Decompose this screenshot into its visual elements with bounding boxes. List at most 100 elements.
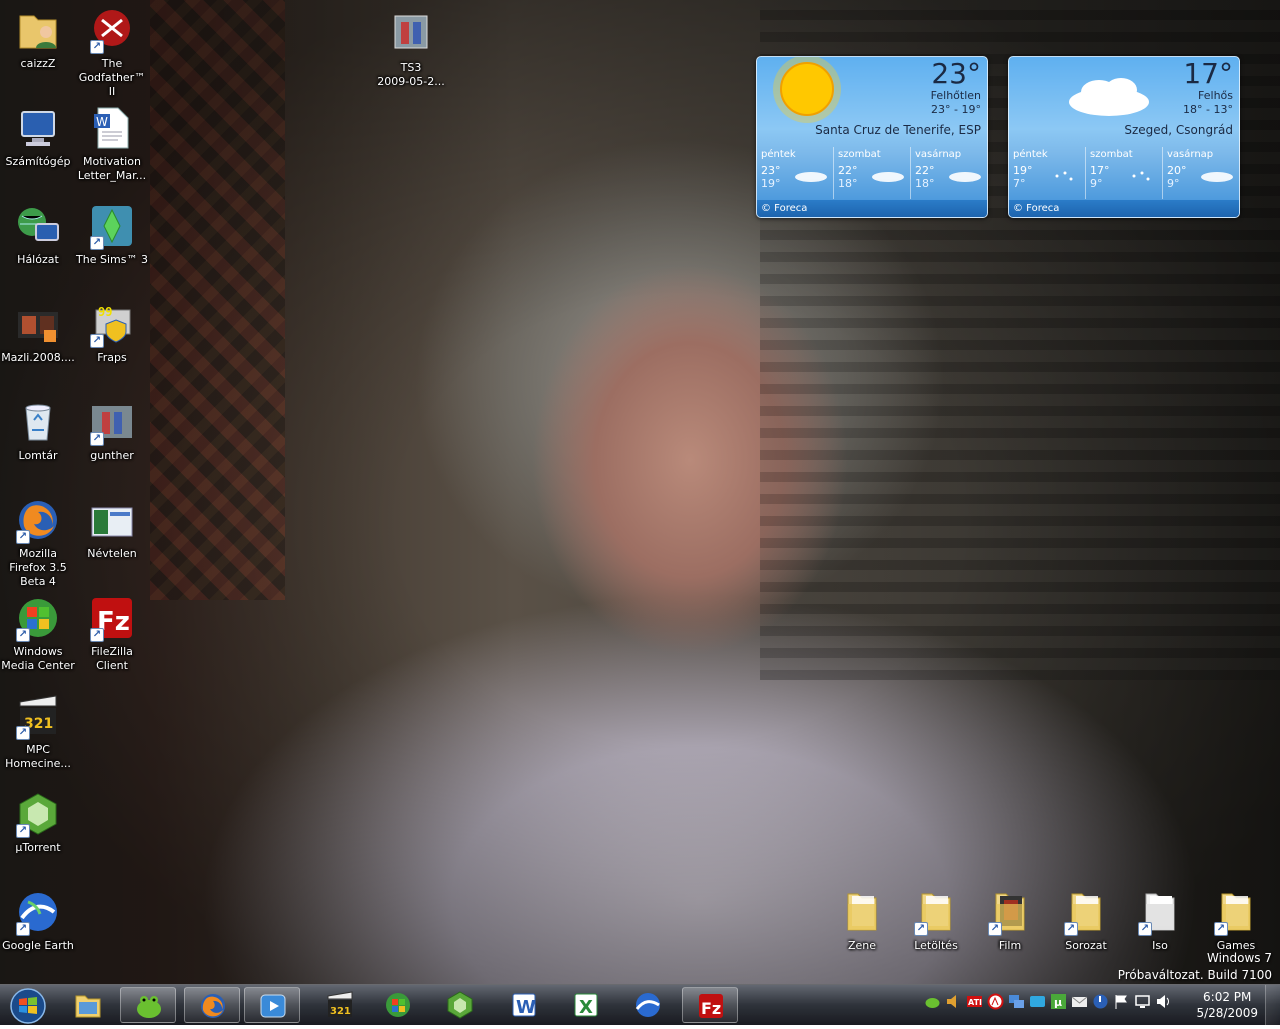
taskbar-excel[interactable]: X	[558, 987, 614, 1023]
taskbar-mpc[interactable]: 321	[312, 987, 368, 1023]
weather-gadget-szeged[interactable]: 17° Felhős 18° - 13° Szeged, Csongrád pé…	[1008, 56, 1240, 218]
mail-icon[interactable]	[1071, 993, 1088, 1010]
taskbar-media-player[interactable]	[244, 987, 300, 1023]
taskbar-utorrent[interactable]	[432, 987, 488, 1023]
messenger-icon[interactable]	[1029, 993, 1046, 1010]
icon-label: The Sims™ 3	[76, 253, 148, 266]
show-desktop-button[interactable]	[1265, 985, 1280, 1025]
action-center-flag-icon[interactable]	[1113, 993, 1130, 1010]
weather-condition: Felhős	[1198, 89, 1233, 102]
taskbar-firefox[interactable]	[184, 987, 240, 1023]
start-button[interactable]	[4, 987, 52, 1025]
taskbar: 321 W X Fz ATI µ 6:02 PM 5/28/2009	[0, 984, 1280, 1025]
explorer-icon	[75, 995, 101, 1018]
filezilla-icon: Fz	[699, 994, 723, 1018]
desktop-icon-motivation-letter[interactable]: W Motivation Letter_Mar...	[74, 102, 150, 194]
frog-app-icon	[137, 996, 161, 1018]
current-temperature: 23°	[931, 57, 981, 90]
weather-gadget-tenerife[interactable]: 23° Felhőtlen 23° - 19° Santa Cruz de Te…	[756, 56, 988, 218]
desktop-folder-letoltes[interactable]: ↗ Letöltés	[898, 886, 974, 978]
computer-icon	[14, 104, 62, 152]
utorrent-tray-icon[interactable]: µ	[1050, 993, 1067, 1010]
icon-label: Sorozat	[1065, 939, 1107, 952]
desktop-icon-recycle-bin[interactable]: Lomtár	[0, 396, 76, 488]
svg-text:99: 99	[98, 305, 112, 319]
desktop-icon-caizzz[interactable]: caizzZ	[0, 4, 76, 96]
icon-label: Google Earth	[2, 939, 74, 952]
acrobat-icon[interactable]	[987, 993, 1004, 1010]
shortcut-arrow-icon: ↗	[16, 922, 30, 936]
icon-label: Mozilla Firefox 3.5 Beta 4	[9, 547, 67, 588]
ati-icon[interactable]: ATI	[966, 993, 983, 1010]
desktop-icon-computer[interactable]: Számítógép	[0, 102, 76, 194]
desktop-icon-network[interactable]: Hálózat	[0, 200, 76, 292]
desktop-folder-film[interactable]: ↗ Film	[972, 886, 1048, 978]
forecast-day: szombat 22° 18°	[834, 147, 911, 199]
clock-date: 5/28/2009	[1196, 1006, 1258, 1020]
taskbar-explorer[interactable]	[60, 987, 116, 1023]
folder-icon: ↗	[986, 888, 1034, 936]
system-tray: ATI µ	[924, 993, 1172, 1017]
forecast-row: péntek 19° 7° szombat 17° 9° vasárnap 20…	[1009, 147, 1239, 199]
desktop-icon-mazli[interactable]: Mazli.2008....	[0, 298, 76, 390]
forecast-day-name: szombat	[1090, 149, 1133, 160]
network-tray-icon[interactable]	[1008, 993, 1025, 1010]
desktop-icon-gunther[interactable]: ↗ gunther	[74, 396, 150, 488]
desktop-icon-fraps[interactable]: 99 ↗ Fraps	[74, 298, 150, 390]
desktop-icon-sims3[interactable]: ↗ The Sims™ 3	[74, 200, 150, 292]
utorrent-icon: ↗	[14, 790, 62, 838]
taskbar-google-earth[interactable]	[620, 987, 676, 1023]
night-clear-icon	[1055, 171, 1073, 181]
forecast-row: péntek 23° 19° szombat 22° 18° vasárnap …	[757, 147, 987, 199]
cloud-icon	[872, 172, 904, 182]
desktop-folder-zene[interactable]: Zene	[824, 886, 900, 978]
desktop-icon-media-center[interactable]: ↗ Windows Media Center	[0, 592, 76, 684]
shortcut-arrow-icon: ↗	[1138, 922, 1152, 936]
desktop-icon-firefox[interactable]: ↗ Mozilla Firefox 3.5 Beta 4	[0, 494, 76, 588]
volume-icon[interactable]	[945, 993, 962, 1010]
shortcut-arrow-icon: ↗	[914, 922, 928, 936]
temperature-range: 18° - 13°	[1183, 103, 1233, 116]
shortcut-arrow-icon: ↗	[1214, 922, 1228, 936]
desktop-icon-nevtelen[interactable]: Névtelen	[74, 494, 150, 586]
network-connection-icon[interactable]	[1134, 993, 1151, 1010]
desktop-icon-google-earth[interactable]: ↗ Google Earth	[0, 886, 76, 978]
video-file-icon	[14, 300, 62, 348]
desktop-icon-godfather[interactable]: ↗ The Godfather™ II	[74, 4, 150, 98]
taskbar-media-center[interactable]	[370, 987, 426, 1023]
mpc-icon: 321 ↗	[14, 692, 62, 740]
shortcut-arrow-icon: ↗	[988, 922, 1002, 936]
filezilla-icon: Fz ↗	[88, 594, 136, 642]
folder-icon: ↗	[1062, 888, 1110, 936]
speaker-icon[interactable]	[1155, 993, 1172, 1010]
cloudy-weather-icon	[1069, 78, 1149, 116]
desktop-icon-filezilla[interactable]: Fz ↗ FileZilla Client	[74, 592, 150, 684]
taskbar-clock[interactable]: 6:02 PM 5/28/2009	[1196, 989, 1258, 1021]
forecast-day-name: vasárnap	[915, 149, 962, 160]
svg-text:321: 321	[330, 1006, 351, 1017]
taskbar-frog-app[interactable]	[120, 987, 176, 1023]
frog-tray-icon[interactable]	[924, 993, 941, 1010]
desktop-icon-ts3[interactable]: TS3 2009-05-2...	[373, 8, 449, 100]
taskbar-filezilla[interactable]: Fz	[682, 987, 738, 1023]
media-center-icon: ↗	[14, 594, 62, 642]
desktop-folder-iso[interactable]: ↗ Iso	[1122, 886, 1198, 978]
user-folder-icon	[14, 6, 62, 54]
forecast-day: vasárnap 20° 9°	[1163, 147, 1239, 199]
desktop-icon-mpc[interactable]: 321 ↗ MPC Homecine...	[0, 690, 76, 782]
shortcut-arrow-icon: ↗	[16, 824, 30, 838]
taskbar-word[interactable]: W	[496, 987, 552, 1023]
shortcut-arrow-icon: ↗	[90, 432, 104, 446]
svg-text:Fz: Fz	[701, 999, 721, 1018]
desktop-folder-sorozat[interactable]: ↗ Sorozat	[1048, 886, 1124, 978]
foreca-credit[interactable]: © Foreca	[757, 200, 987, 217]
icon-label: The Godfather™ II	[78, 57, 146, 98]
foreca-credit[interactable]: © Foreca	[1009, 200, 1239, 217]
google-earth-icon	[635, 993, 660, 1017]
icon-label: Iso	[1152, 939, 1168, 952]
icon-label: Motivation Letter_Mar...	[77, 155, 147, 182]
power-icon[interactable]	[1092, 993, 1109, 1010]
desktop-icon-utorrent[interactable]: ↗ µTorrent	[0, 788, 76, 880]
temperature-range: 23° - 19°	[931, 103, 981, 116]
shortcut-arrow-icon: ↗	[90, 236, 104, 250]
